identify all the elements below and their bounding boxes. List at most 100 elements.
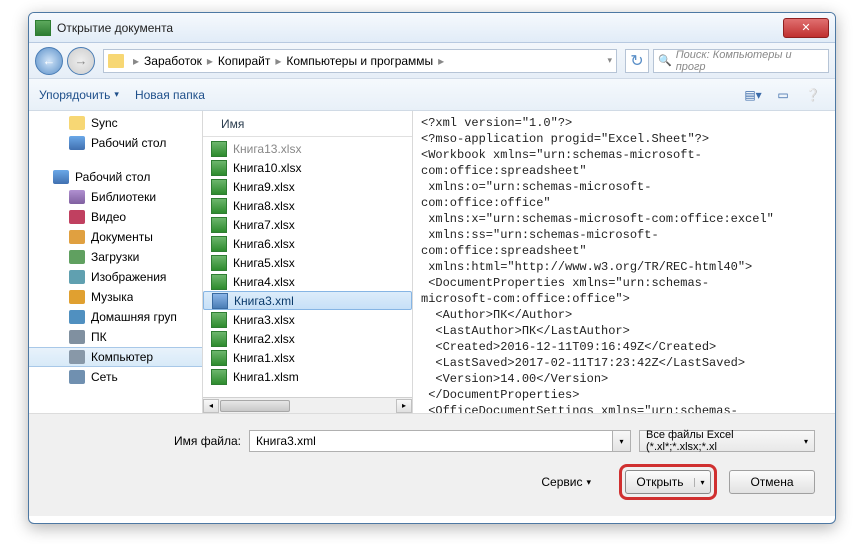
excel-file-icon <box>211 350 227 366</box>
tree-label: Загрузки <box>91 250 139 264</box>
tree-icon <box>69 136 85 150</box>
nav-back-button[interactable]: ← <box>35 47 63 75</box>
breadcrumb[interactable]: ▸ Заработок ▸ Копирайт ▸ Компьютеры и пр… <box>103 49 617 73</box>
excel-file-icon <box>211 255 227 271</box>
scroll-left-icon[interactable]: ◂ <box>203 399 219 413</box>
tree-icon <box>69 116 85 130</box>
filename-dropdown-icon[interactable]: ▾ <box>613 430 631 452</box>
file-name: Книга10.xlsx <box>233 161 301 175</box>
navbar: ← → ▸ Заработок ▸ Копирайт ▸ Компьютеры … <box>29 43 835 79</box>
tree-label: Документы <box>91 230 153 244</box>
dialog-window: Открытие документа ✕ ← → ▸ Заработок ▸ К… <box>28 12 836 524</box>
tree-icon <box>69 350 85 364</box>
tree-item[interactable]: Рабочий стол <box>29 167 202 187</box>
tree-label: Рабочий стол <box>91 136 166 150</box>
nav-forward-button[interactable]: → <box>67 47 95 75</box>
filename-input[interactable] <box>249 430 613 452</box>
tree-icon <box>69 330 85 344</box>
main-area: Sync Рабочий стол Рабочий стол Библиотеки Ви… <box>29 111 835 413</box>
file-name: Книга3.xml <box>234 294 294 308</box>
excel-file-icon <box>211 160 227 176</box>
file-name: Книга2.xlsx <box>233 332 295 346</box>
breadcrumb-drop-icon[interactable]: ▾ <box>607 55 612 66</box>
tree-item[interactable]: Sync <box>29 113 202 133</box>
open-button-highlight: Открыть ▾ <box>619 464 717 500</box>
file-row[interactable]: Книга8.xlsx <box>203 196 412 215</box>
breadcrumb-item[interactable]: Копирайт <box>218 54 270 68</box>
file-name: Книга4.xlsx <box>233 275 295 289</box>
tree-item[interactable]: Загрузки <box>29 247 202 267</box>
file-row[interactable]: Книга4.xlsx <box>203 272 412 291</box>
file-row[interactable]: Книга13.xlsx <box>203 139 412 158</box>
column-header-name[interactable]: Имя <box>203 111 412 137</box>
service-menu[interactable]: Сервис <box>541 475 591 489</box>
titlebar: Открытие документа ✕ <box>29 13 835 43</box>
excel-file-icon <box>211 217 227 233</box>
file-row[interactable]: Книга1.xlsm <box>203 367 412 386</box>
view-mode-button[interactable]: ▤▾ <box>741 85 765 105</box>
tree-item[interactable]: Рабочий стол <box>29 133 202 153</box>
file-list[interactable]: Книга13.xlsx Книга10.xlsx Книга9.xlsx Книга… <box>203 137 412 397</box>
tree-label: Библиотеки <box>91 190 156 204</box>
close-button[interactable]: ✕ <box>783 18 829 38</box>
tree-item[interactable]: Видео <box>29 207 202 227</box>
tree-item[interactable]: Библиотеки <box>29 187 202 207</box>
tree-label: Рабочий стол <box>75 170 150 184</box>
tree-label: Изображения <box>91 270 166 284</box>
tree-label: ПК <box>91 330 107 344</box>
xml-file-icon <box>212 293 228 309</box>
tree-icon <box>53 170 69 184</box>
scroll-right-icon[interactable]: ▸ <box>396 399 412 413</box>
refresh-button[interactable]: ↻ <box>625 49 649 73</box>
tree-item[interactable]: Изображения <box>29 267 202 287</box>
filetype-dropdown[interactable]: Все файлы Excel (*.xl*;*.xlsx;*.xl <box>639 430 815 452</box>
file-row[interactable]: Книга3.xlsx <box>203 310 412 329</box>
tree-item[interactable]: ПК <box>29 327 202 347</box>
tree-label: Музыка <box>91 290 133 304</box>
newfolder-button[interactable]: Новая папка <box>135 88 205 102</box>
nav-tree[interactable]: Sync Рабочий стол Рабочий стол Библиотеки Ви… <box>29 111 203 413</box>
excel-file-icon <box>211 198 227 214</box>
file-row[interactable]: Книга9.xlsx <box>203 177 412 196</box>
tree-icon <box>69 290 85 304</box>
toolbar: Упорядочить Новая папка ▤▾ ▭ ❔ <box>29 79 835 111</box>
breadcrumb-sep-icon: ▸ <box>204 54 216 68</box>
tree-item[interactable]: Сеть <box>29 367 202 387</box>
tree-icon <box>69 230 85 244</box>
file-row[interactable]: Книга7.xlsx <box>203 215 412 234</box>
cancel-button[interactable]: Отмена <box>729 470 815 494</box>
excel-icon <box>35 20 51 36</box>
file-name: Книга7.xlsx <box>233 218 295 232</box>
help-button[interactable]: ❔ <box>801 85 825 105</box>
excel-file-icon <box>211 274 227 290</box>
breadcrumb-sep-icon: ▸ <box>272 54 284 68</box>
tree-item[interactable]: Компьютер <box>29 347 202 367</box>
window-title: Открытие документа <box>57 21 783 35</box>
scroll-thumb[interactable] <box>220 400 290 412</box>
folder-icon <box>108 54 124 68</box>
search-input[interactable]: 🔍 Поиск: Компьютеры и прогр <box>653 49 829 73</box>
file-name: Книга8.xlsx <box>233 199 295 213</box>
file-row[interactable]: Книга2.xlsx <box>203 329 412 348</box>
excel-file-icon <box>211 369 227 385</box>
open-split-icon[interactable]: ▾ <box>694 478 710 487</box>
file-row[interactable]: Книга3.xml <box>203 291 412 310</box>
file-pane: Имя Книга13.xlsxКнига10.xlsxКнига9.xlsxК… <box>203 111 413 413</box>
file-name: Книга13.xlsx <box>233 142 301 156</box>
file-row[interactable]: Книга5.xlsx <box>203 253 412 272</box>
breadcrumb-item[interactable]: Компьютеры и программы <box>286 54 433 68</box>
tree-item[interactable]: Музыка <box>29 287 202 307</box>
open-button[interactable]: Открыть ▾ <box>625 470 711 494</box>
h-scrollbar[interactable]: ◂ ▸ <box>203 397 412 413</box>
preview-toggle-button[interactable]: ▭ <box>771 85 795 105</box>
file-row[interactable]: Книга1.xlsx <box>203 348 412 367</box>
tree-item[interactable]: Домашняя груп <box>29 307 202 327</box>
file-row[interactable]: Книга6.xlsx <box>203 234 412 253</box>
tree-icon <box>69 190 85 204</box>
tree-label: Домашняя груп <box>91 310 177 324</box>
file-row[interactable]: Книга10.xlsx <box>203 158 412 177</box>
breadcrumb-item[interactable]: Заработок <box>144 54 202 68</box>
breadcrumb-sep-icon: ▸ <box>130 54 142 68</box>
tree-item[interactable]: Документы <box>29 227 202 247</box>
organize-menu[interactable]: Упорядочить <box>39 88 119 102</box>
